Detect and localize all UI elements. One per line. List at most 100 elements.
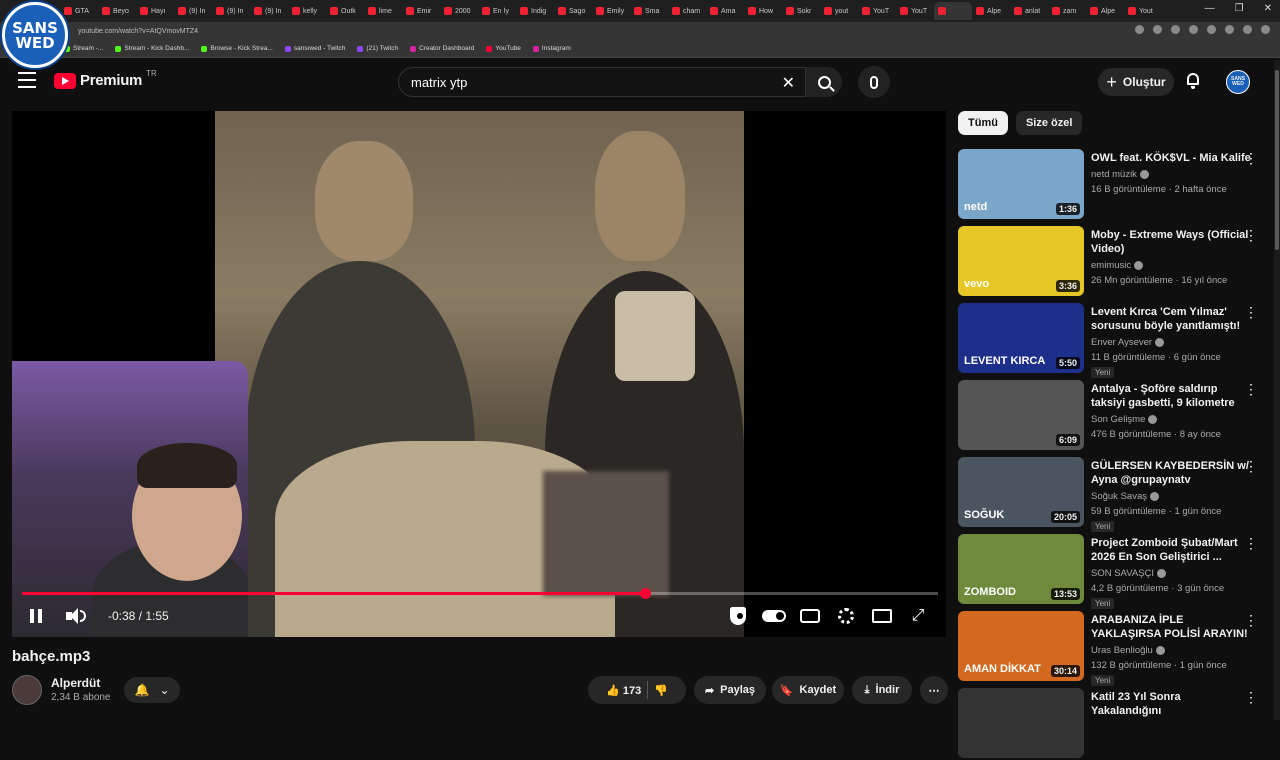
recommended-channel[interactable]: SON SAVAŞÇI bbox=[1091, 568, 1166, 579]
recommended-title[interactable]: GÜLERSEN KAYBEDERSİN w/ Ayna @grupaynatv… bbox=[1091, 459, 1251, 487]
browser-tab[interactable]: Beyo bbox=[98, 2, 136, 20]
bookmark-item[interactable]: Browse - Kick Strea... bbox=[201, 45, 273, 52]
shield-icon[interactable] bbox=[730, 607, 746, 625]
browser-tab[interactable]: yout bbox=[820, 2, 858, 20]
extension-icon[interactable] bbox=[1225, 25, 1234, 34]
search-input[interactable] bbox=[411, 74, 771, 90]
browser-tab[interactable] bbox=[934, 2, 972, 20]
settings-gear-icon[interactable] bbox=[838, 608, 854, 624]
miniplayer-icon[interactable] bbox=[872, 609, 892, 623]
browser-tab[interactable]: (9) In bbox=[212, 2, 250, 20]
bookmark-item[interactable]: Creator Dashboard bbox=[410, 45, 474, 52]
chip-all[interactable]: Tümü bbox=[958, 111, 1008, 135]
browser-tab[interactable]: GTA bbox=[60, 2, 98, 20]
browser-tab[interactable]: anlat bbox=[1010, 2, 1048, 20]
recommended-video[interactable]: Katil 23 Yıl Sonra Yakalandığını ⋮ bbox=[958, 688, 1268, 760]
recommended-video[interactable]: 6:09 Antalya - Şoföre saldırıp taksiyi ga… bbox=[958, 380, 1268, 452]
browser-tab[interactable]: 2000 bbox=[440, 2, 478, 20]
browser-tab[interactable]: Sago bbox=[554, 2, 592, 20]
youtube-premium-logo[interactable]: Premium TR bbox=[54, 69, 157, 89]
save-button[interactable]: 🔖 Kaydet bbox=[772, 676, 844, 704]
notifications-bell-icon[interactable] bbox=[1185, 73, 1201, 89]
like-button[interactable]: 👍 173 bbox=[606, 684, 641, 697]
bookmark-item[interactable]: sansıwed - Twitch bbox=[284, 45, 345, 52]
volume-icon[interactable] bbox=[64, 601, 88, 631]
video-thumbnail[interactable] bbox=[958, 688, 1084, 758]
browser-menu-icon[interactable] bbox=[1261, 25, 1270, 34]
bookmark-item[interactable]: Instagram bbox=[532, 45, 571, 52]
bookmark-item[interactable]: Stream -... bbox=[64, 45, 103, 52]
browser-tab[interactable]: Yout bbox=[1124, 2, 1162, 20]
autoplay-toggle[interactable] bbox=[762, 610, 786, 622]
install-icon[interactable] bbox=[1153, 25, 1162, 34]
recommended-channel[interactable]: Soğuk Savaş bbox=[1091, 491, 1159, 502]
recommended-video[interactable]: SOĞUK 20:05 GÜLERSEN KAYBEDERSİN w/ Ayna @… bbox=[958, 457, 1268, 532]
more-options-icon[interactable]: ⋮ bbox=[1244, 382, 1258, 396]
browser-tab[interactable]: Sokr bbox=[782, 2, 820, 20]
page-scrollbar[interactable] bbox=[1274, 60, 1280, 720]
url-text[interactable]: youtube.com/watch?v=AtQVmovMTZ4 bbox=[78, 28, 198, 35]
browser-tab[interactable]: Ama bbox=[706, 2, 744, 20]
browser-tab[interactable]: Alpe bbox=[972, 2, 1010, 20]
bookmark-item[interactable]: YouTube bbox=[486, 45, 521, 52]
recommended-video[interactable]: netd 1:36 OWL feat. KÖK$VL - Mia Kalife net… bbox=[958, 149, 1268, 221]
bookmark-item[interactable]: Stream - Kick Dashb... bbox=[115, 45, 189, 52]
video-thumbnail[interactable]: LEVENT KIRCA 5:50 bbox=[958, 303, 1084, 373]
browser-tab[interactable]: En İy bbox=[478, 2, 516, 20]
chip-for-you[interactable]: Size özel bbox=[1015, 111, 1083, 135]
more-options-icon[interactable]: ⋮ bbox=[1244, 305, 1258, 319]
recommended-title[interactable]: Katil 23 Yıl Sonra Yakalandığını bbox=[1091, 690, 1251, 718]
fullscreen-icon[interactable]: ⤢ bbox=[908, 607, 928, 625]
scrubber-handle[interactable] bbox=[639, 588, 651, 599]
recommended-channel[interactable]: emimusic bbox=[1091, 260, 1144, 271]
video-thumbnail[interactable]: vevo 3:36 bbox=[958, 226, 1084, 296]
browser-tab[interactable]: Emir bbox=[402, 2, 440, 20]
browser-tab[interactable]: Hayı bbox=[136, 2, 174, 20]
browser-tab[interactable]: Indig bbox=[516, 2, 554, 20]
recommended-channel[interactable]: Enver Aysever bbox=[1091, 337, 1165, 348]
maximize-button[interactable]: ❐ bbox=[1235, 3, 1244, 14]
browser-tab[interactable]: zam bbox=[1048, 2, 1086, 20]
hamburger-menu-icon[interactable] bbox=[18, 72, 36, 88]
recommended-video[interactable]: vevo 3:36 Moby - Extreme Ways (Official Vi… bbox=[958, 226, 1268, 298]
recommended-title[interactable]: Moby - Extreme Ways (Official Video) bbox=[1091, 228, 1251, 256]
recommended-title[interactable]: Levent Kırca 'Cem Yılmaz' sorusunu böyle… bbox=[1091, 305, 1251, 333]
extension-icon[interactable] bbox=[1189, 25, 1198, 34]
subtitles-icon[interactable] bbox=[800, 609, 820, 623]
video-thumbnail[interactable]: ZOMBOID 13:53 bbox=[958, 534, 1084, 604]
video-thumbnail[interactable]: AMAN DİKKAT 30:14 bbox=[958, 611, 1084, 681]
pause-icon[interactable] bbox=[26, 601, 46, 631]
video-thumbnail[interactable]: 6:09 bbox=[958, 380, 1084, 450]
bookmark-star-icon[interactable] bbox=[1171, 25, 1180, 34]
browser-tab[interactable]: How bbox=[744, 2, 782, 20]
user-avatar[interactable]: SANS WED bbox=[1226, 70, 1250, 94]
recommended-video[interactable]: LEVENT KIRCA 5:50 Levent Kırca 'Cem Yılmaz… bbox=[958, 303, 1268, 378]
browser-tab[interactable]: Alpe bbox=[1086, 2, 1124, 20]
browser-tab[interactable]: (9) In bbox=[250, 2, 288, 20]
more-options-icon[interactable]: ⋮ bbox=[1244, 536, 1258, 550]
video-frame[interactable] bbox=[215, 111, 744, 637]
video-thumbnail[interactable]: SOĞUK 20:05 bbox=[958, 457, 1084, 527]
recommended-title[interactable]: OWL feat. KÖK$VL - Mia Kalife bbox=[1091, 151, 1251, 165]
bookmark-item[interactable]: (21) Twitch bbox=[357, 45, 398, 52]
clear-search-icon[interactable]: ✕ bbox=[782, 73, 795, 93]
browser-tab[interactable]: Emily bbox=[592, 2, 630, 20]
search-button[interactable] bbox=[806, 67, 842, 97]
recommended-title[interactable]: Project Zomboid Şubat/Mart 2026 En Son G… bbox=[1091, 536, 1251, 564]
close-window-button[interactable]: ✕ bbox=[1264, 3, 1272, 14]
browser-tab[interactable]: YouT bbox=[858, 2, 896, 20]
channel-name[interactable]: Alperdüt bbox=[51, 676, 100, 690]
progress-bar[interactable] bbox=[22, 588, 938, 599]
more-options-icon[interactable]: ⋮ bbox=[1244, 228, 1258, 242]
recommended-channel[interactable]: netd müzik bbox=[1091, 169, 1149, 180]
more-options-icon[interactable]: ⋮ bbox=[1244, 151, 1258, 165]
profile-icon[interactable] bbox=[1243, 25, 1252, 34]
download-button[interactable]: ⤓ İndir bbox=[852, 676, 912, 704]
extension-icon[interactable] bbox=[1207, 25, 1216, 34]
browser-tab[interactable]: cham bbox=[668, 2, 706, 20]
more-actions-button[interactable]: ⋯ bbox=[920, 676, 948, 704]
share-button[interactable]: ➦ Paylaş bbox=[694, 676, 766, 704]
create-button[interactable]: + Oluştur bbox=[1098, 68, 1174, 96]
minimize-button[interactable]: — bbox=[1205, 3, 1215, 14]
channel-avatar[interactable] bbox=[12, 675, 42, 705]
